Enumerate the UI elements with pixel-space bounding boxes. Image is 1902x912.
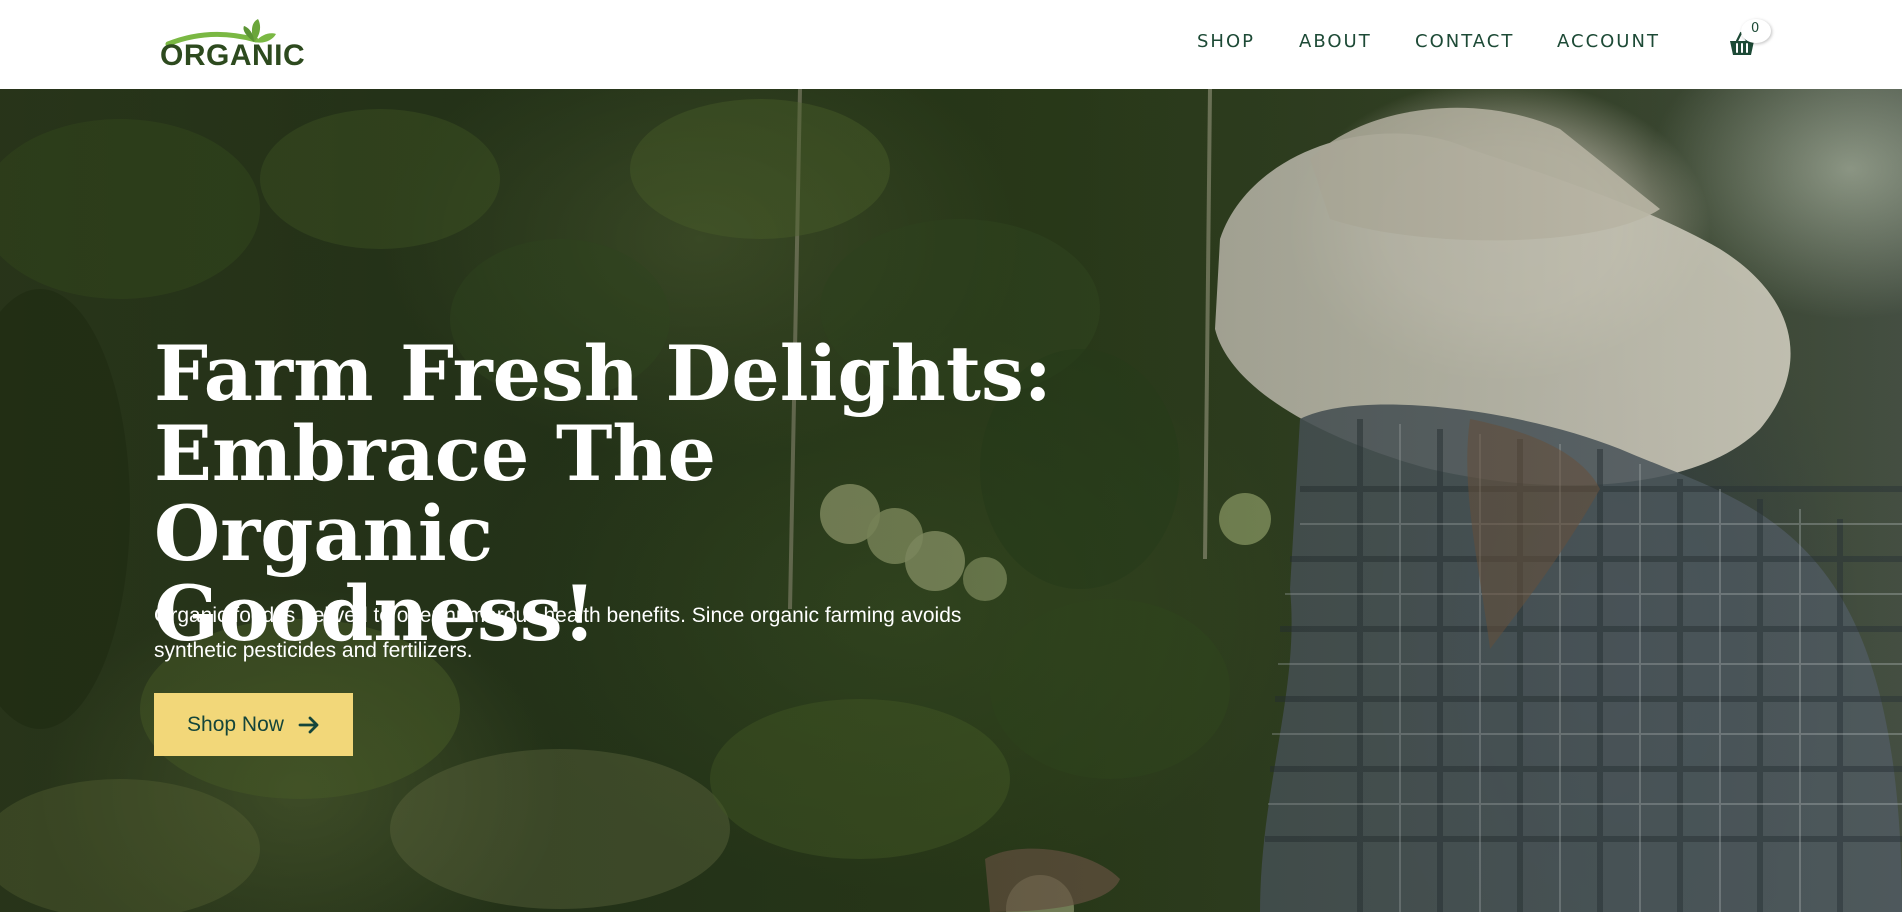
hero-subtitle-line: synthetic pesticides and fertilizers. — [154, 639, 473, 662]
nav-shop[interactable]: SHOP — [1197, 31, 1255, 53]
site-header: ORGANIC SHOP ABOUT CONTACT ACCOUNT 0 — [0, 0, 1902, 89]
logo-text: ORGANIC — [160, 39, 306, 72]
cart-count-badge: 0 — [1741, 19, 1771, 43]
hero-subtitle: Organic food is belived to offer numerou… — [154, 598, 1004, 668]
hero-title-line: Farm Fresh Delights: — [154, 329, 1052, 418]
shop-now-label: Shop Now — [187, 712, 284, 736]
logo[interactable]: ORGANIC — [158, 18, 305, 74]
hero-subtitle-line: Organic food is belived to offer numerou… — [154, 604, 962, 627]
arrow-right-icon — [298, 716, 319, 733]
shop-now-button[interactable]: Shop Now — [154, 693, 353, 756]
nav-contact[interactable]: CONTACT — [1415, 31, 1514, 53]
nav-account[interactable]: ACCOUNT — [1557, 31, 1660, 53]
hero-section: Farm Fresh Delights: Embrace The Organic… — [0, 89, 1902, 912]
nav-about[interactable]: ABOUT — [1299, 31, 1372, 53]
hero-title-line: Embrace The Organic — [154, 409, 717, 578]
